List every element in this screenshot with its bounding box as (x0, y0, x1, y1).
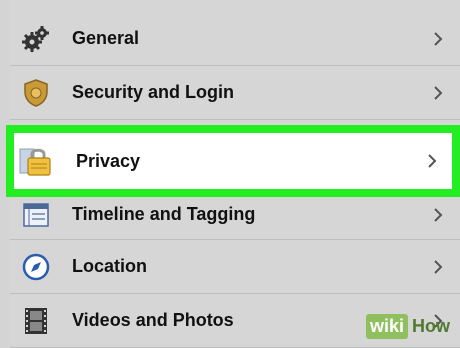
settings-item-privacy[interactable]: Privacy (14, 133, 452, 189)
settings-item-label: Location (72, 256, 147, 276)
wikihow-watermark: wiki How (365, 314, 450, 339)
badge-shield-icon (20, 77, 52, 109)
watermark-how: How (412, 316, 450, 336)
settings-item-security[interactable]: Security and Login (10, 66, 460, 120)
film-strip-icon (20, 305, 52, 337)
chevron-right-icon (430, 207, 446, 223)
chevron-right-icon (424, 153, 440, 169)
settings-item-timeline[interactable]: Timeline and Tagging (10, 190, 460, 240)
timeline-icon (20, 199, 52, 231)
settings-item-location[interactable]: Location (10, 240, 460, 294)
chevron-right-icon (430, 259, 446, 275)
watermark-wiki: wiki (365, 314, 408, 339)
settings-item-general[interactable]: General (10, 12, 460, 66)
chevron-right-icon (430, 85, 446, 101)
settings-item-label: Privacy (76, 150, 141, 171)
settings-item-label: Timeline and Tagging (72, 204, 256, 224)
lock-icon (18, 143, 54, 179)
compass-icon (20, 251, 52, 283)
settings-item-label: General (72, 28, 140, 48)
settings-item-label: Security and Login (72, 82, 235, 102)
gears-icon (20, 23, 52, 55)
chevron-right-icon (430, 31, 446, 47)
